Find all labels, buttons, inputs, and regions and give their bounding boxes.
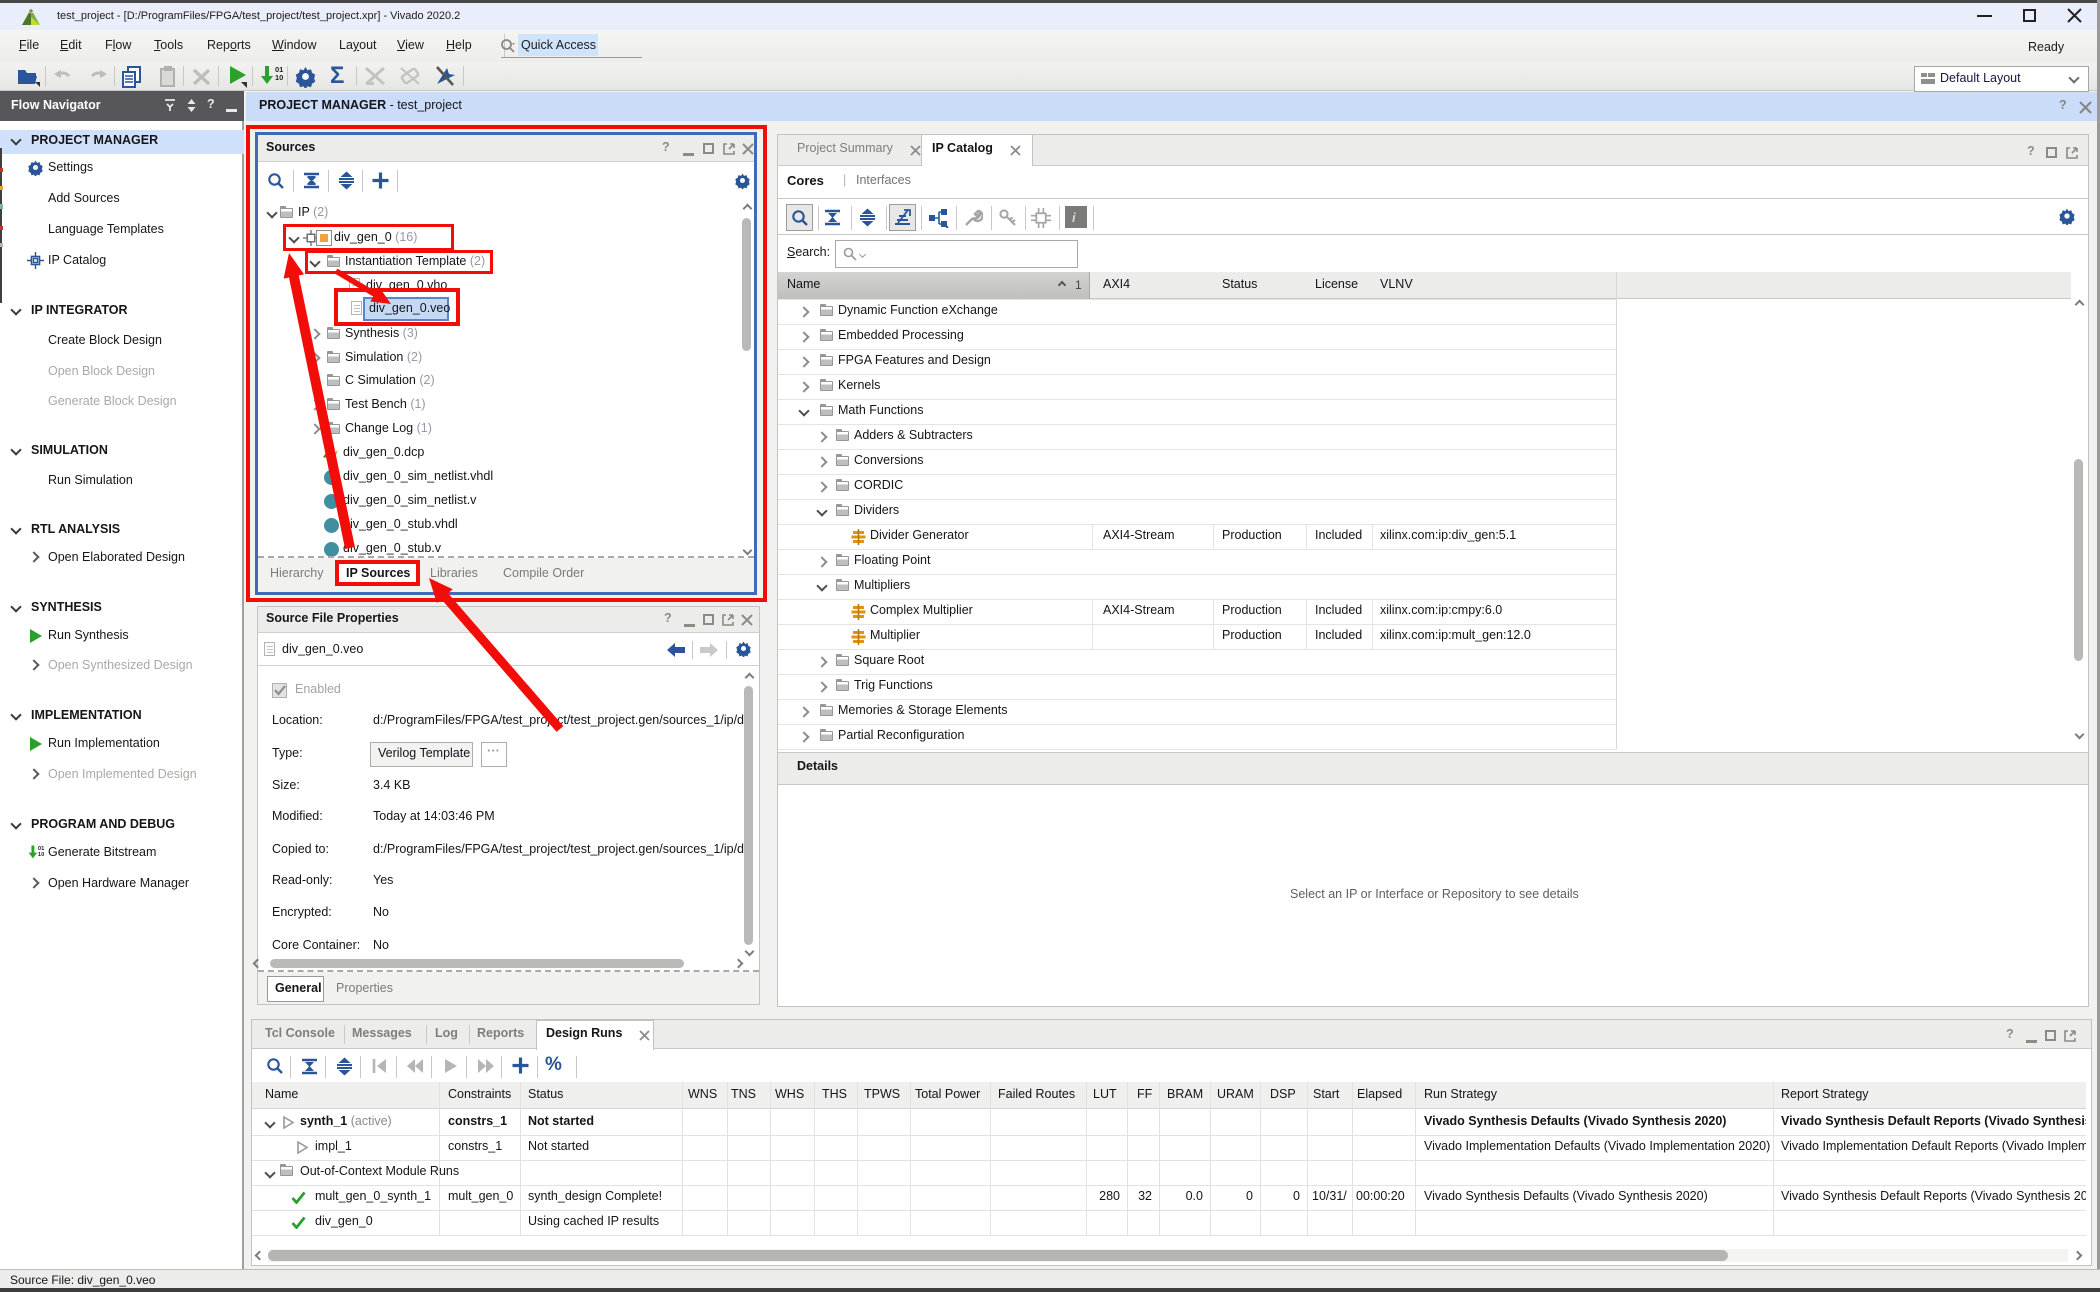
svg-text:01: 01 [38,846,45,852]
svg-text:10: 10 [38,852,44,858]
svg-text:10: 10 [275,73,283,82]
